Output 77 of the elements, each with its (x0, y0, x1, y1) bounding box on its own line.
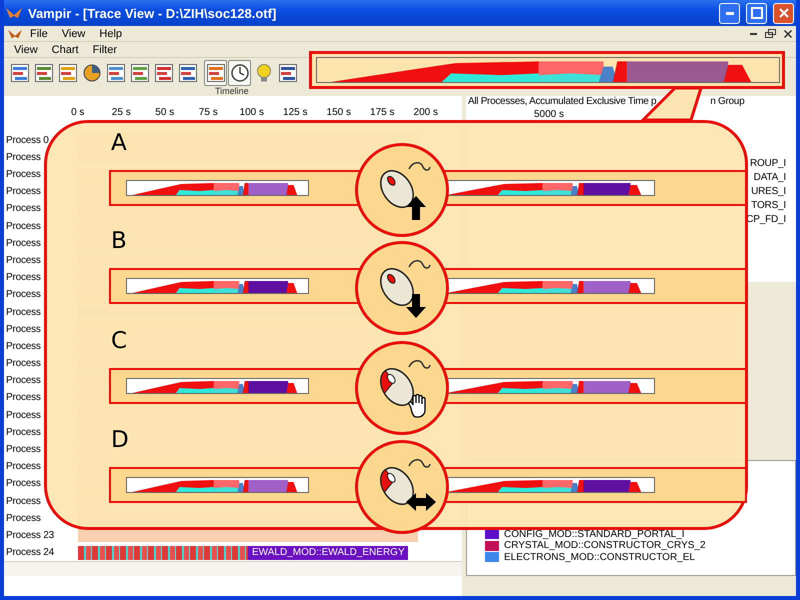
maximize-icon (750, 7, 762, 19)
legend-label: CRYSTAL_MOD::CONSTRUCTOR_CRYS_2 (504, 540, 706, 552)
process-activity-bar: EWALD_MOD::EWALD_ENERGY (78, 546, 408, 560)
process-label: Process (5, 444, 42, 456)
arrow-down-icon (406, 294, 426, 318)
function-name: ROUP_I (750, 158, 786, 169)
process-label: Process (5, 478, 42, 490)
menu-item[interactable]: View (8, 44, 44, 56)
chart-title: All Processes, Accumulated Exclusive Time p (468, 96, 656, 108)
process-label: Process 23 (5, 530, 56, 541)
minimize-icon[interactable] (750, 32, 757, 34)
legend-label: CONFIG_MOD::STANDARD_PORTAL_I (504, 528, 685, 540)
chart-title: n Group (710, 96, 744, 108)
axis-tick-label: 150 s (326, 106, 352, 118)
horizontal-scrollbar[interactable] (4, 561, 462, 576)
process-label: Process (5, 254, 42, 266)
light-bulb-icon (254, 64, 272, 82)
process-label: Process 0 (5, 134, 50, 146)
process-label: Process (5, 186, 42, 198)
process-label: Process (5, 496, 42, 507)
process-label: Process (5, 272, 42, 284)
axis-tick-label: 125 s (282, 106, 308, 118)
process-label: Process (5, 169, 42, 180)
process-label: Process (5, 220, 42, 232)
process-label: Process (5, 461, 42, 472)
process-label: Process (5, 340, 42, 352)
clock-icon (230, 64, 248, 82)
minimize-icon (726, 12, 734, 14)
axis-tick-label: 25 s (110, 106, 132, 118)
process-label: Process 24 (5, 547, 56, 558)
axis-tick-label: 75 s (198, 106, 219, 118)
close-button[interactable] (773, 2, 794, 24)
timeline-icon (10, 64, 28, 82)
legend-label: ELECTRONS_MOD::CONSTRUCTOR_EL (504, 552, 695, 563)
toolbar-group-label: Timeline (215, 86, 249, 96)
process-label: Process (5, 358, 42, 370)
pie-chart-icon (82, 64, 100, 82)
menu-item[interactable]: File (24, 28, 54, 40)
process-label: Process (5, 392, 42, 404)
axis-tick-label: 0 s (70, 106, 86, 118)
section-letter: D (111, 427, 130, 454)
process-label: Process (5, 375, 42, 386)
window-title: Vampir - [Trace View - D:\ZIH\soc128.otf] (28, 6, 278, 20)
restore-icon[interactable] (765, 29, 776, 38)
process-label: Process (5, 238, 42, 249)
bird-logo-icon (6, 6, 22, 20)
axis-tick-label: 100 s (238, 106, 265, 118)
function-name: DATA_I (754, 172, 786, 183)
minimize-button[interactable] (719, 2, 740, 24)
axis-tick-label: 5000 s (534, 109, 566, 120)
section-letter: B (111, 228, 128, 254)
arrow-up-icon (406, 196, 426, 220)
maximize-button[interactable] (746, 2, 767, 24)
process-label: Process (5, 426, 42, 438)
axis-tick-label: 175 s (369, 106, 396, 118)
process-label: Process (5, 203, 42, 214)
process-label: Process (5, 152, 42, 163)
toolbar-button[interactable] (204, 60, 227, 86)
menu-item[interactable]: Chart (46, 44, 85, 56)
process-label: Process (5, 289, 42, 300)
process-label: Process (5, 324, 42, 335)
function-name: URES_I (751, 186, 786, 197)
close-icon (778, 8, 788, 18)
section-letter: C (111, 328, 128, 354)
process-label: Process (5, 306, 42, 318)
double-arrow-icon (406, 493, 436, 512)
menu-item[interactable]: Filter (86, 44, 124, 56)
process-label: Process (5, 410, 42, 421)
axis-tick-label: 200 s (412, 106, 439, 118)
menu-item[interactable]: View (56, 28, 92, 40)
section-letter: A (111, 130, 128, 156)
function-name: TORS_I (751, 200, 786, 212)
close-icon[interactable] (784, 30, 792, 38)
process-label: Process (5, 512, 42, 524)
toolbar-button[interactable] (228, 60, 251, 86)
menu-item[interactable]: Help (93, 28, 128, 40)
axis-tick-label: 50 s (154, 106, 176, 118)
